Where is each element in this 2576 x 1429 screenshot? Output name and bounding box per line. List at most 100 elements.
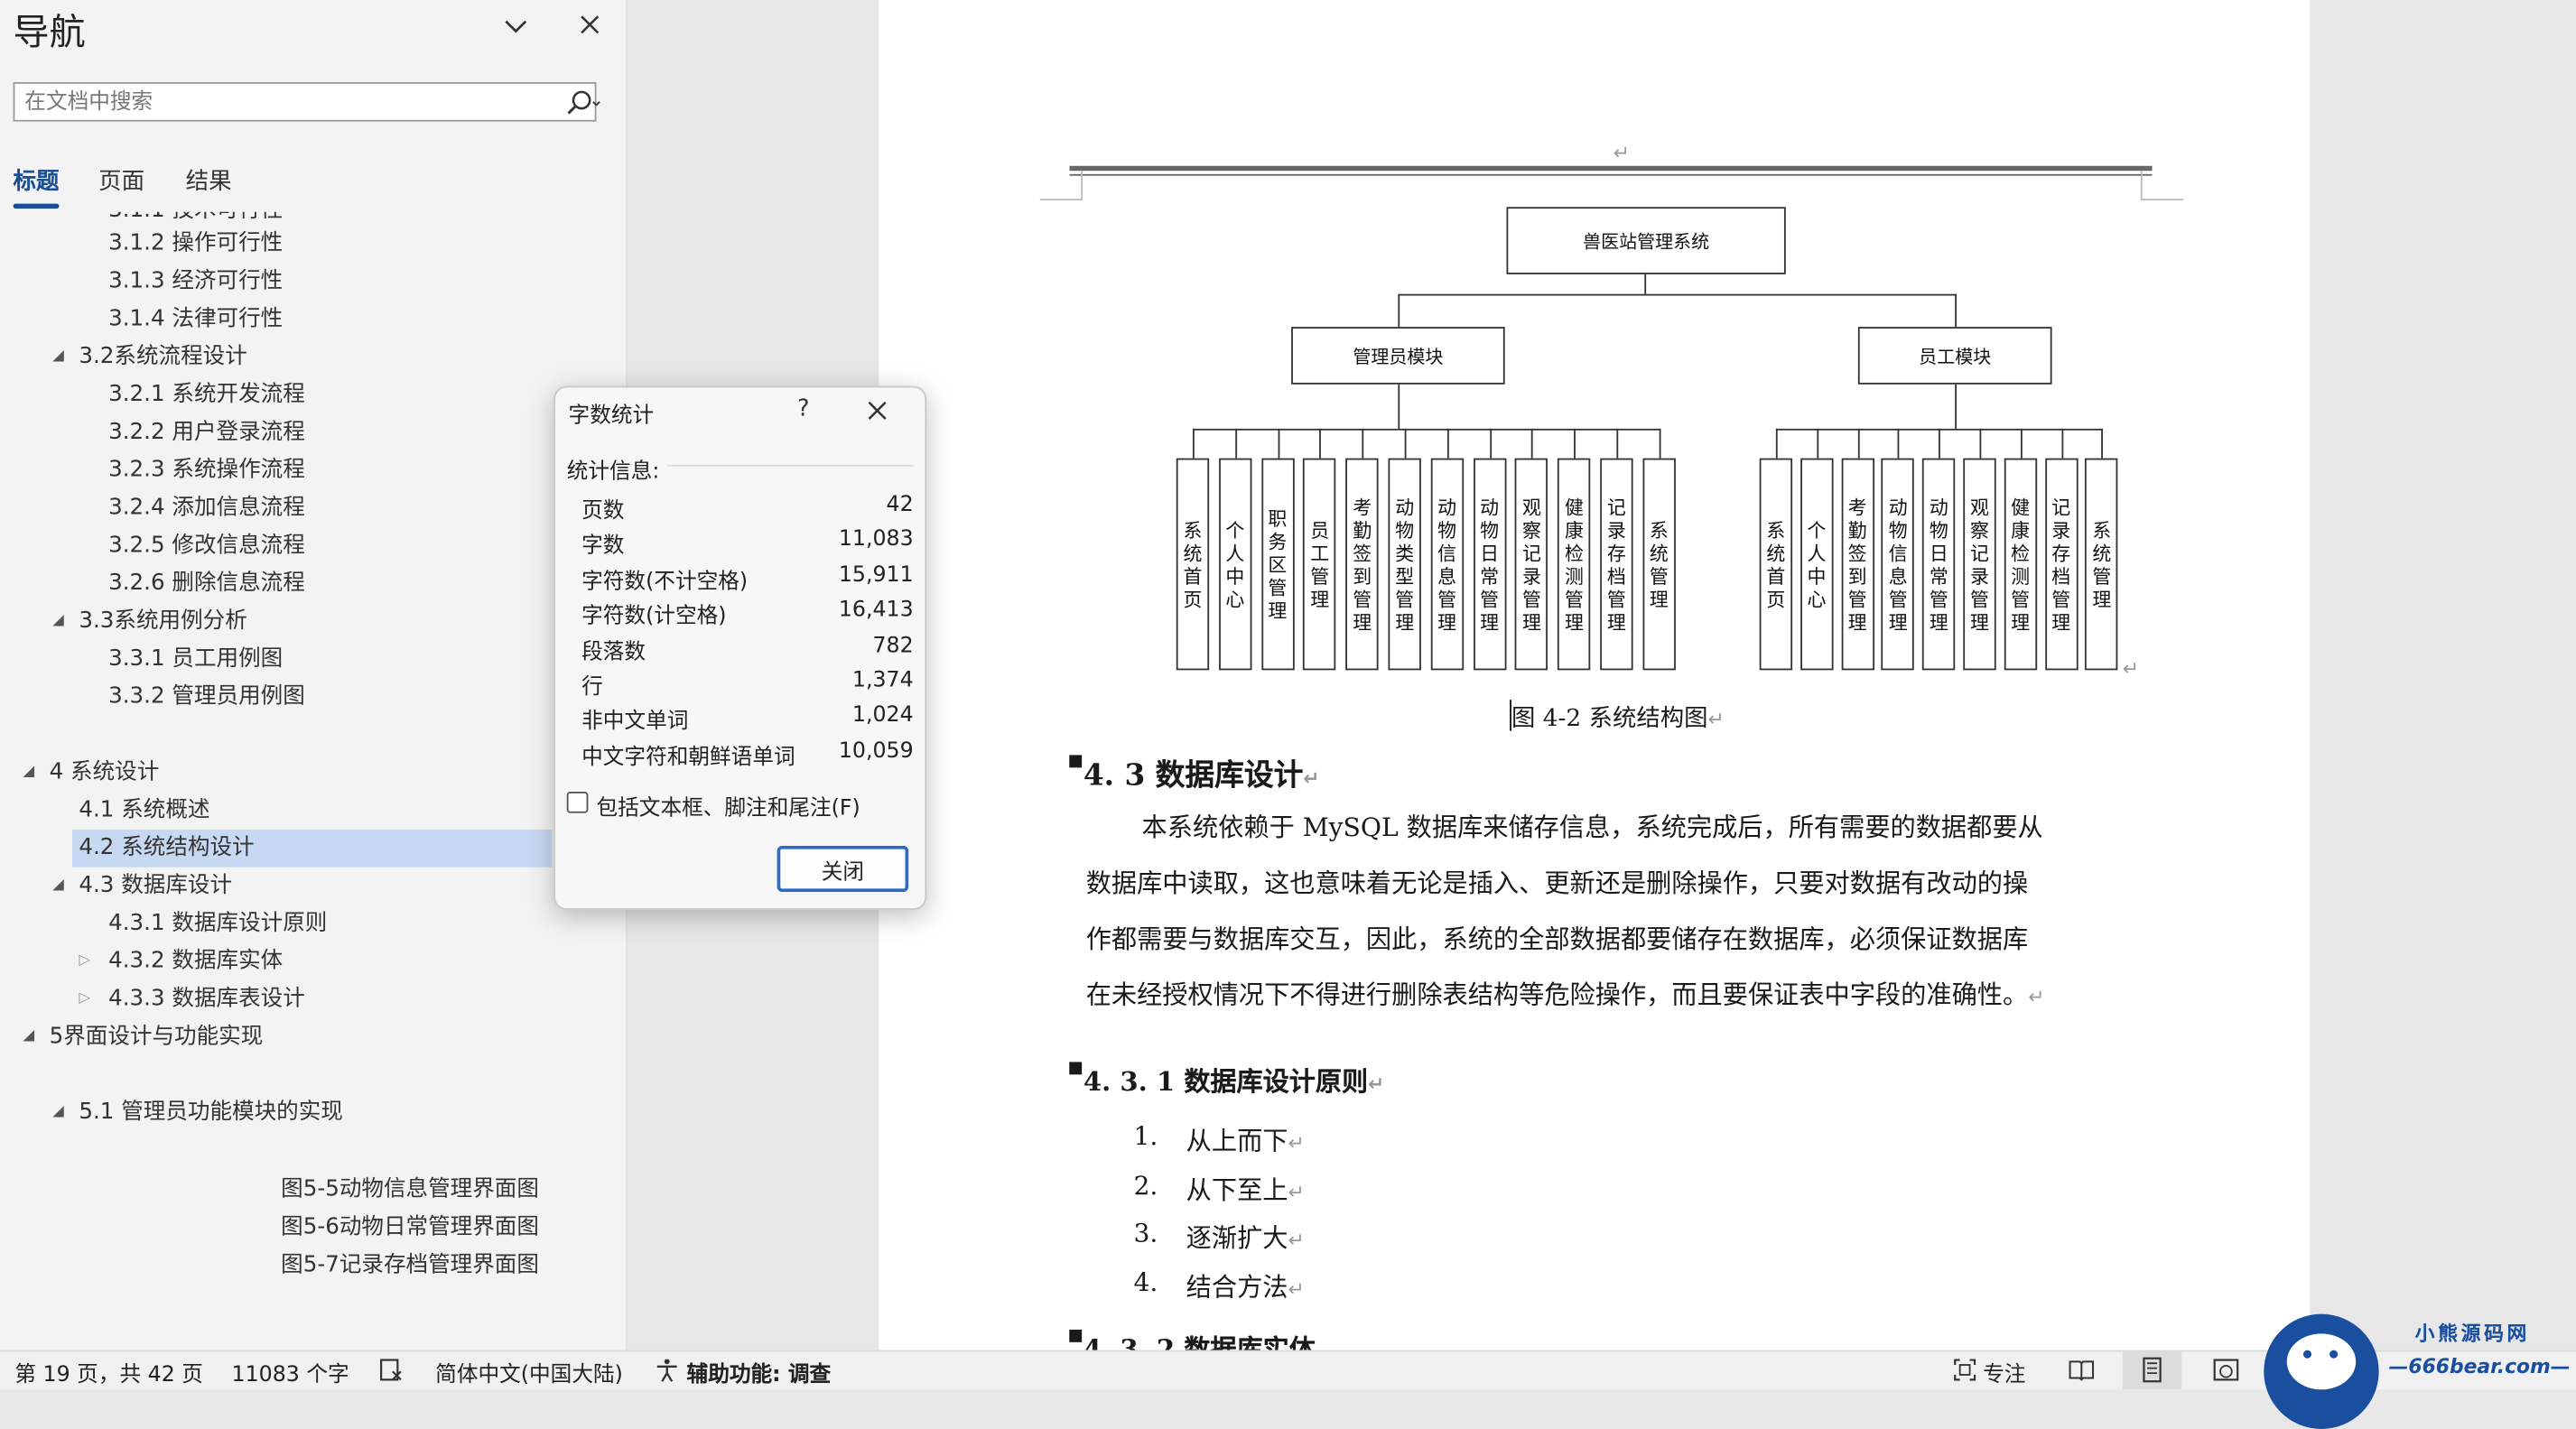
divider: [666, 464, 914, 467]
tab-results[interactable]: 结果: [186, 164, 232, 197]
close-icon[interactable]: [577, 12, 603, 38]
stat-value: 10,059: [838, 738, 914, 764]
tab-headings[interactable]: 标题: [14, 164, 60, 197]
crop-mark: [2140, 199, 2184, 200]
tree-item[interactable]: ▷ 4.3.2 数据库实体: [0, 942, 626, 980]
tree-item[interactable]: 3.2.1 系统开发流程: [0, 376, 626, 414]
proofing-icon[interactable]: [377, 1357, 404, 1383]
heading-tree: 3.1.1 技术可行性3.1.2 操作可行性3.1.3 经济可行性3.1.4 法…: [0, 212, 626, 1329]
diagram-leaf-box: 动物信息管理: [1882, 458, 1915, 671]
tab-pages[interactable]: 页面: [98, 164, 144, 197]
list-item: 结合方法↵: [1186, 1267, 1305, 1304]
connector-line: [1574, 428, 1576, 459]
expand-arrow-icon[interactable]: ▷: [79, 980, 95, 1018]
page-count[interactable]: 第 19 页，共 42 页: [14, 1357, 203, 1387]
diagram-leaf-label: 员工管理: [1310, 518, 1330, 610]
tree-item[interactable]: ◢ 5.1 管理员功能模块的实现: [0, 1094, 626, 1132]
collapse-arrow-icon[interactable]: ◢: [52, 339, 69, 376]
heading-4-3-2: ■4. 3. 2 数据库实体: [1068, 1327, 1316, 1350]
tree-item[interactable]: 3.2.3 系统操作流程: [0, 451, 626, 489]
tree-item[interactable]: 3.1.2 操作可行性: [0, 225, 626, 263]
collapse-arrow-icon[interactable]: ◢: [52, 1094, 69, 1132]
tree-item-label: 3.2.2 用户登录流程: [108, 418, 305, 446]
connector-line: [1192, 428, 1661, 431]
focus-icon[interactable]: [1952, 1357, 1978, 1383]
collapse-arrow-icon[interactable]: ◢: [52, 603, 69, 641]
tree-item[interactable]: 3.2.2 用户登录流程: [0, 414, 626, 452]
tree-item[interactable]: 4.1 系统概述: [0, 792, 626, 830]
print-layout-icon: [2143, 1357, 2162, 1383]
tree-item[interactable]: 3.2.5 修改信息流程: [0, 527, 626, 565]
diagram-leaf-box: 动物类型管理: [1388, 458, 1421, 671]
tree-item[interactable]: ◢ 3.2系统流程设计: [0, 339, 626, 376]
connector-line: [1531, 428, 1534, 459]
stat-row: 字符数(不计空格) 15,911: [581, 563, 914, 598]
diagram-leaf-box: 职务区管理: [1260, 458, 1295, 671]
search-icon[interactable]: [560, 88, 602, 118]
list-number: 4.: [1133, 1267, 1158, 1297]
diagram-leaf-box: 个人中心: [1218, 458, 1252, 671]
help-button[interactable]: ?: [792, 395, 814, 422]
checkbox-label[interactable]: 包括文本框、脚注和尾注(F): [596, 790, 860, 821]
word-count-dialog: 字数统计 ? 统计信息: 页数 42 字数 11,083 字符数(不计空格) 15,911…: [553, 385, 927, 911]
heading-text: 4. 3. 1 数据库设计原则: [1083, 1065, 1369, 1098]
word-count[interactable]: 11083 个字: [232, 1357, 349, 1387]
heading-4-3-1: ■4. 3. 1 数据库设计原则↵: [1067, 1059, 1385, 1098]
tree-item[interactable]: 3.2.4 添加信息流程: [0, 489, 626, 527]
focus-mode[interactable]: 专注: [1983, 1357, 2025, 1387]
paragraph-mark: ↵: [1288, 1276, 1305, 1301]
tree-item[interactable]: ▷ 4.3.3 数据库表设计: [0, 980, 626, 1018]
collapse-arrow-icon[interactable]: ◢: [52, 868, 69, 905]
chevron-down-icon[interactable]: [501, 12, 531, 42]
tree-item-label: 3.3.1 员工用例图: [108, 645, 284, 673]
collapse-arrow-icon[interactable]: ◢: [23, 754, 39, 792]
document-page[interactable]: [879, 0, 2311, 1350]
watermark-text: 小熊源码网: [2414, 1322, 2531, 1346]
search-input[interactable]: [14, 83, 561, 120]
tree-item[interactable]: ◢ 5界面设计与功能实现: [0, 1018, 626, 1056]
tree-item[interactable]: 3.1.3 经济可行性: [0, 263, 626, 301]
tree-item[interactable]: ◢ 4.3 数据库设计: [0, 868, 626, 905]
tree-item[interactable]: ◢ 4 系统设计: [0, 754, 626, 792]
expand-arrow-icon[interactable]: ▷: [79, 942, 95, 980]
print-layout-button[interactable]: [2122, 1351, 2182, 1390]
tree-item[interactable]: 3.3.2 管理员用例图: [0, 678, 626, 716]
language-status[interactable]: 简体中文(中国大陆): [435, 1357, 623, 1387]
tree-item[interactable]: ◢ 3.3系统用例分析: [0, 603, 626, 641]
nav-title: 导航: [13, 13, 86, 55]
diagram-leaf-label: 系统管理: [2092, 518, 2112, 610]
paragraph-line: 数据库中读取，这也意味着无论是插入、更新还是删除操作，只要对数据有改动的操: [1085, 868, 2029, 899]
stat-row: 段落数 782: [581, 634, 914, 668]
stat-row: 中文字符和朝鲜语单词 10,059: [581, 738, 914, 773]
connector-line: [1898, 428, 1901, 459]
diagram-staff-box: 员工模块: [1857, 327, 2052, 385]
tree-item[interactable]: 3.1.4 法律可行性: [0, 301, 626, 339]
tree-item[interactable]: 图5-6动物日常管理界面图: [0, 1209, 626, 1247]
close-icon[interactable]: [864, 397, 890, 423]
accessibility-status[interactable]: 辅助功能: 调查: [687, 1357, 832, 1387]
tree-item[interactable]: 3.2.6 删除信息流程: [0, 565, 626, 603]
collapse-arrow-icon[interactable]: ◢: [23, 1018, 39, 1056]
include-textboxes-checkbox[interactable]: [566, 791, 589, 813]
close-button[interactable]: 关闭: [777, 846, 909, 892]
diagram-leaf-label: 考勤签到管理: [1847, 495, 1867, 634]
tree-item[interactable]: 3.3.1 员工用例图: [0, 641, 626, 679]
web-layout-icon[interactable]: [2213, 1357, 2239, 1383]
tree-item[interactable]: 4.2 系统结构设计: [72, 829, 553, 868]
tree-item[interactable]: 图5-7记录存档管理界面图: [0, 1247, 626, 1285]
tree-item[interactable]: 图5-5动物信息管理界面图: [0, 1171, 626, 1209]
tree-item-label: 3.1.3 经济可行性: [108, 267, 284, 294]
paragraph-mark: ↵: [1613, 141, 1631, 164]
tree-item[interactable]: 4.3.1 数据库设计原则: [0, 905, 626, 943]
crop-mark: [1039, 199, 1083, 200]
list-number: 2.: [1133, 1170, 1158, 1201]
stat-value: 16,413: [838, 598, 914, 623]
read-mode-icon[interactable]: [2069, 1357, 2095, 1383]
accessibility-icon[interactable]: [654, 1357, 680, 1383]
diagram-leaf-label: 健康检测管理: [1564, 495, 1584, 634]
header-rule: [1069, 165, 2153, 172]
paragraph-mark: ↵: [1288, 1180, 1305, 1203]
stat-label: 字数: [581, 534, 625, 560]
diagram-root-box: 兽医站管理系统: [1506, 207, 1786, 274]
list-item: 从上而下↵: [1186, 1122, 1305, 1158]
